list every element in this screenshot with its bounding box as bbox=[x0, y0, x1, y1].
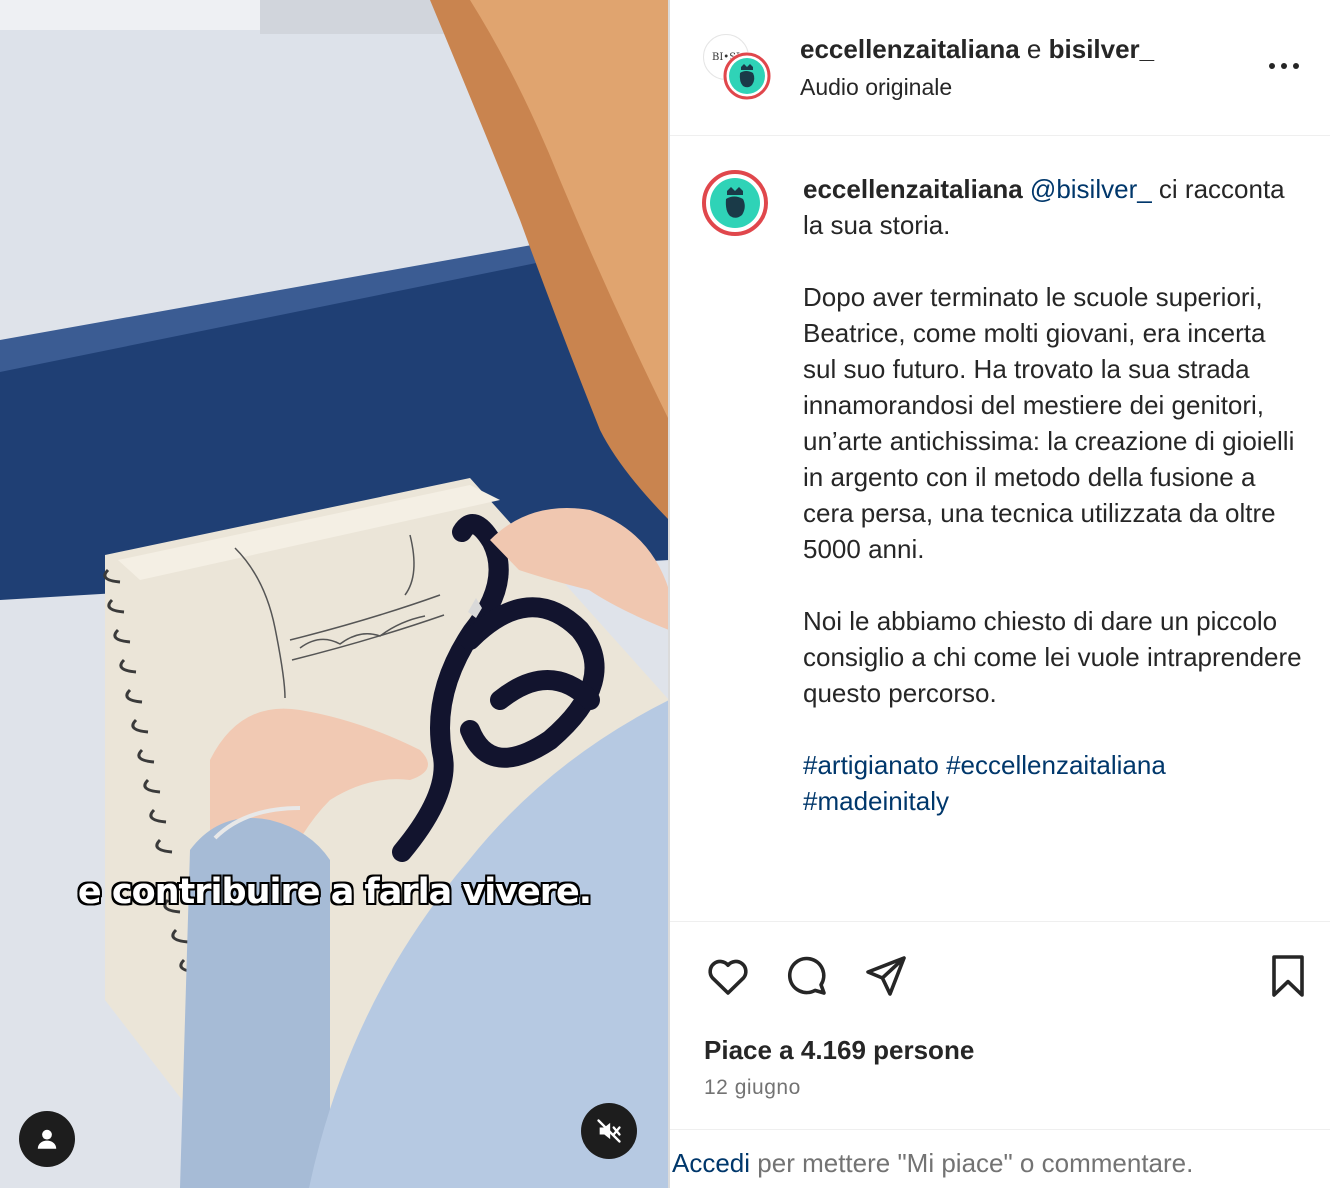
authors-connector: e bbox=[1026, 34, 1042, 64]
video-player[interactable]: e contribuire a farla vivere. bbox=[0, 0, 669, 1188]
login-prompt-suffix: per mettere "Mi piace" o commentare. bbox=[750, 1148, 1194, 1178]
post-date[interactable]: 12 giugno bbox=[704, 1076, 801, 1100]
mute-icon bbox=[597, 1119, 621, 1143]
post-panel: BI•SI eccellenzaitaliana e bisilver_ Aud… bbox=[670, 0, 1330, 1188]
audio-link[interactable]: Audio originale bbox=[800, 74, 952, 101]
video-subtitle: e contribuire a farla vivere. bbox=[77, 872, 592, 912]
login-link[interactable]: Accedi bbox=[672, 1148, 750, 1178]
eccellenzaitaliana-avatar[interactable] bbox=[722, 51, 772, 101]
caption-text: eccellenzaitaliana @bisilver_ ci raccont… bbox=[803, 171, 1303, 819]
login-prompt-text: Accedi per mettere "Mi piace" o commenta… bbox=[672, 1148, 1193, 1179]
post-actions: Piace a 4.169 persone 12 giugno bbox=[670, 921, 1330, 1129]
likes-count[interactable]: Piace a 4.169 persone bbox=[704, 1035, 974, 1066]
more-options-icon[interactable] bbox=[1266, 54, 1302, 78]
mute-toggle-button[interactable] bbox=[581, 1103, 637, 1159]
comment-icon[interactable] bbox=[783, 952, 831, 1000]
caption-body: ci racconta la sua storia. Dopo aver ter… bbox=[803, 174, 1302, 708]
caption-hashtags[interactable]: #artigianato #eccellenzaitaliana #madein… bbox=[803, 750, 1166, 816]
collab-avatars[interactable]: BI•SI bbox=[703, 34, 771, 102]
video-frame bbox=[0, 0, 669, 1188]
caption-author-avatar[interactable] bbox=[702, 170, 768, 236]
person-tag-icon bbox=[37, 1129, 57, 1149]
post-authors: eccellenzaitaliana e bisilver_ bbox=[800, 34, 1154, 65]
caption-username[interactable]: eccellenzaitaliana bbox=[803, 174, 1023, 204]
author-link[interactable]: eccellenzaitaliana bbox=[800, 34, 1020, 64]
tagged-people-button[interactable] bbox=[19, 1111, 75, 1167]
coauthor-link[interactable]: bisilver_ bbox=[1049, 34, 1155, 64]
heart-icon[interactable] bbox=[704, 952, 752, 1000]
login-prompt: Accedi per mettere "Mi piace" o commenta… bbox=[670, 1129, 1330, 1188]
share-icon[interactable] bbox=[862, 952, 910, 1000]
caption-mention[interactable]: @bisilver_ bbox=[1030, 174, 1152, 204]
bookmark-icon[interactable] bbox=[1264, 952, 1312, 1000]
caption-section[interactable]: eccellenzaitaliana @bisilver_ ci raccont… bbox=[670, 137, 1330, 921]
post-header: BI•SI eccellenzaitaliana e bisilver_ Aud… bbox=[670, 0, 1330, 136]
